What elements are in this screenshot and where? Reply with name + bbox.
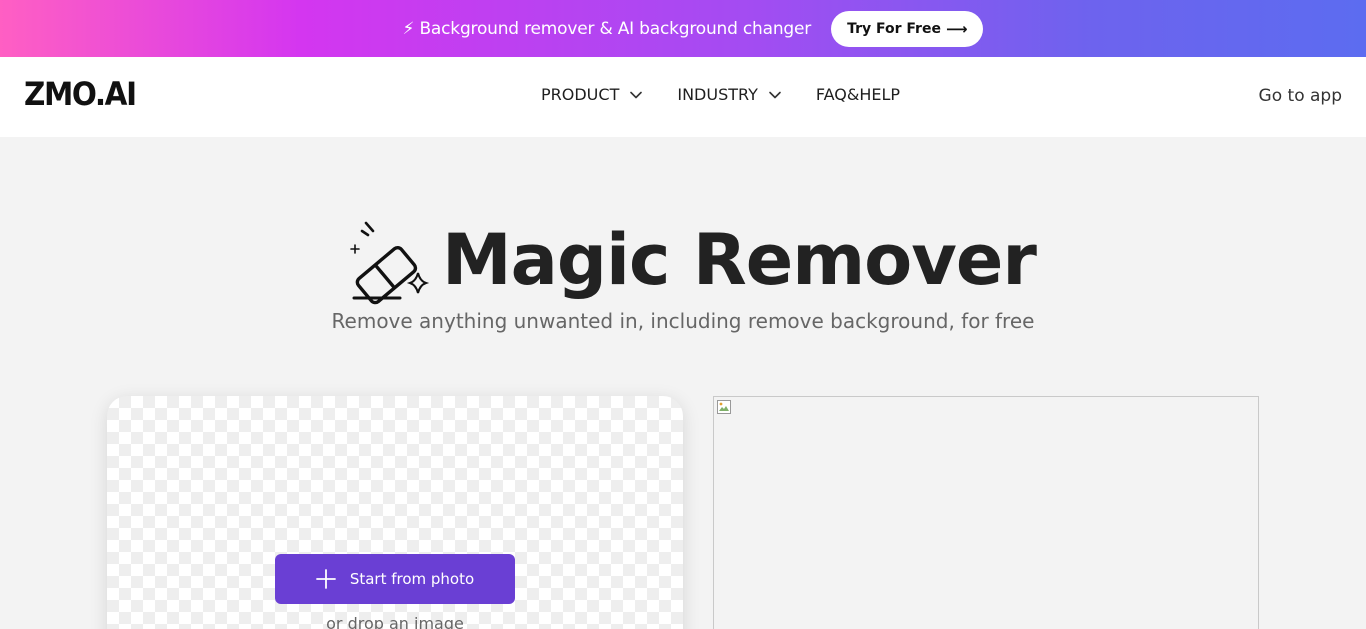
nav-item-faq-help-label: FAQ&HELP	[815, 85, 901, 104]
nav-item-product[interactable]: PRODUCT	[541, 85, 643, 104]
nav-item-industry[interactable]: INDUSTRY	[677, 85, 782, 104]
hero-section: Magic Remover Remove anything unwanted i…	[0, 137, 1366, 629]
promo-banner: ⚡ Background remover & AI background cha…	[0, 0, 1366, 57]
chevron-down-icon	[630, 91, 643, 98]
zmo-logo[interactable]: ZMO.AI	[24, 75, 137, 113]
go-to-app-link[interactable]: Go to app	[1259, 86, 1342, 106]
nav-item-industry-label: INDUSTRY	[677, 85, 758, 104]
nav-item-product-label: PRODUCT	[541, 85, 620, 104]
chevron-down-icon	[769, 91, 781, 98]
start-from-photo-button[interactable]: Start from photo	[275, 554, 515, 604]
main-nav: PRODUCT INDUSTRY FAQ&HELP	[541, 85, 934, 104]
page-subtitle: Remove anything unwanted in, including r…	[331, 309, 1035, 333]
try-for-free-button[interactable]: Try For Free ⟶	[831, 10, 984, 47]
page-title: Magic Remover	[442, 219, 1037, 301]
drop-image-hint: or drop an image	[326, 614, 464, 629]
eraser-sparkle-icon	[350, 221, 430, 305]
arrow-right-icon: ⟶	[945, 19, 968, 38]
top-navbar: ZMO.AI PRODUCT INDUSTRY FAQ&HELP Go to a…	[0, 57, 1366, 137]
preview-image-frame	[713, 396, 1259, 629]
promo-banner-text: ⚡ Background remover & AI background cha…	[402, 18, 812, 39]
try-for-free-label: Try For Free	[847, 20, 941, 37]
plus-icon	[315, 569, 336, 589]
start-from-photo-label: Start from photo	[349, 570, 475, 588]
upload-dropzone[interactable]: Start from photo or drop an image	[107, 396, 683, 629]
nav-item-faq-help[interactable]: FAQ&HELP	[816, 85, 900, 104]
broken-image-icon	[717, 400, 731, 414]
hero-title-row: Magic Remover	[340, 215, 1037, 305]
